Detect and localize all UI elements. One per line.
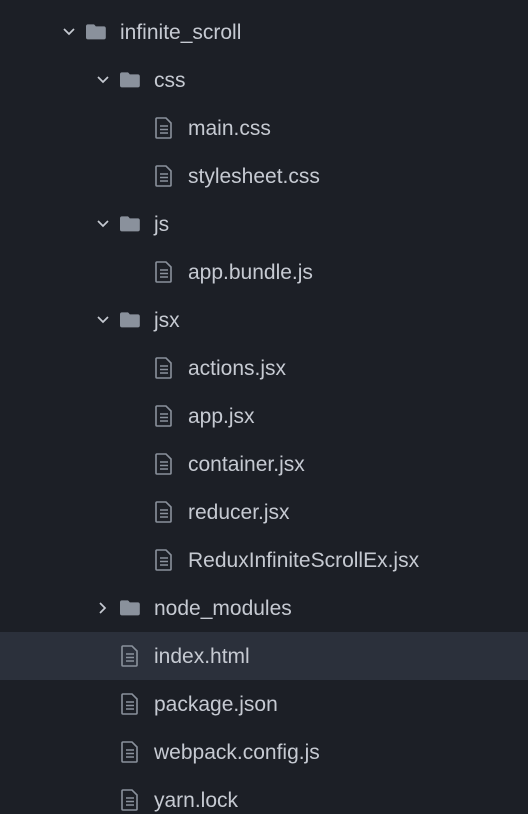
file-icon (152, 165, 176, 187)
tree-file-app-jsx[interactable]: app.jsx (0, 392, 528, 440)
tree-item-label: main.css (188, 118, 271, 139)
file-tree: infinite_scroll css main.css stylesheet.… (0, 0, 528, 814)
tree-folder-css[interactable]: css (0, 56, 528, 104)
folder-icon (118, 71, 142, 89)
tree-file-app-bundle-js[interactable]: app.bundle.js (0, 248, 528, 296)
tree-item-label: app.jsx (188, 406, 255, 427)
tree-item-label: package.json (154, 694, 278, 715)
file-icon (152, 501, 176, 523)
tree-file-index-html[interactable]: index.html (0, 632, 528, 680)
file-icon (152, 117, 176, 139)
file-icon (152, 405, 176, 427)
tree-item-label: stylesheet.css (188, 166, 320, 187)
tree-file-package-json[interactable]: package.json (0, 680, 528, 728)
chevron-down-icon[interactable] (94, 218, 112, 230)
file-icon (152, 357, 176, 379)
folder-icon (118, 311, 142, 329)
tree-item-label: ReduxInfiniteScrollEx.jsx (188, 550, 419, 571)
tree-item-label: yarn.lock (154, 790, 238, 811)
tree-file-stylesheet-css[interactable]: stylesheet.css (0, 152, 528, 200)
file-icon (152, 549, 176, 571)
tree-file-redux-infinite-scroll-ex-jsx[interactable]: ReduxInfiniteScrollEx.jsx (0, 536, 528, 584)
tree-item-label: index.html (154, 646, 250, 667)
tree-item-label: jsx (154, 310, 180, 331)
chevron-down-icon[interactable] (60, 26, 78, 38)
tree-file-reducer-jsx[interactable]: reducer.jsx (0, 488, 528, 536)
folder-icon (118, 215, 142, 233)
tree-file-webpack-config-js[interactable]: webpack.config.js (0, 728, 528, 776)
folder-icon (84, 23, 108, 41)
tree-item-label: webpack.config.js (154, 742, 320, 763)
tree-folder-jsx[interactable]: jsx (0, 296, 528, 344)
file-icon (152, 261, 176, 283)
tree-item-label: css (154, 70, 186, 91)
file-icon (118, 693, 142, 715)
tree-folder-node_modules[interactable]: node_modules (0, 584, 528, 632)
tree-file-container-jsx[interactable]: container.jsx (0, 440, 528, 488)
chevron-down-icon[interactable] (94, 74, 112, 86)
tree-item-label: node_modules (154, 598, 292, 619)
folder-icon (118, 599, 142, 617)
tree-item-label: actions.jsx (188, 358, 286, 379)
tree-folder-js[interactable]: js (0, 200, 528, 248)
tree-item-label: reducer.jsx (188, 502, 290, 523)
tree-item-label: container.jsx (188, 454, 305, 475)
tree-folder-infinite_scroll[interactable]: infinite_scroll (0, 8, 528, 56)
file-icon (118, 789, 142, 811)
tree-file-main-css[interactable]: main.css (0, 104, 528, 152)
chevron-right-icon[interactable] (94, 602, 112, 614)
tree-item-label: app.bundle.js (188, 262, 313, 283)
tree-file-actions-jsx[interactable]: actions.jsx (0, 344, 528, 392)
file-icon (118, 741, 142, 763)
tree-item-label: infinite_scroll (120, 22, 241, 43)
file-icon (152, 453, 176, 475)
file-icon (118, 645, 142, 667)
chevron-down-icon[interactable] (94, 314, 112, 326)
tree-item-label: js (154, 214, 169, 235)
tree-file-yarn-lock[interactable]: yarn.lock (0, 776, 528, 814)
